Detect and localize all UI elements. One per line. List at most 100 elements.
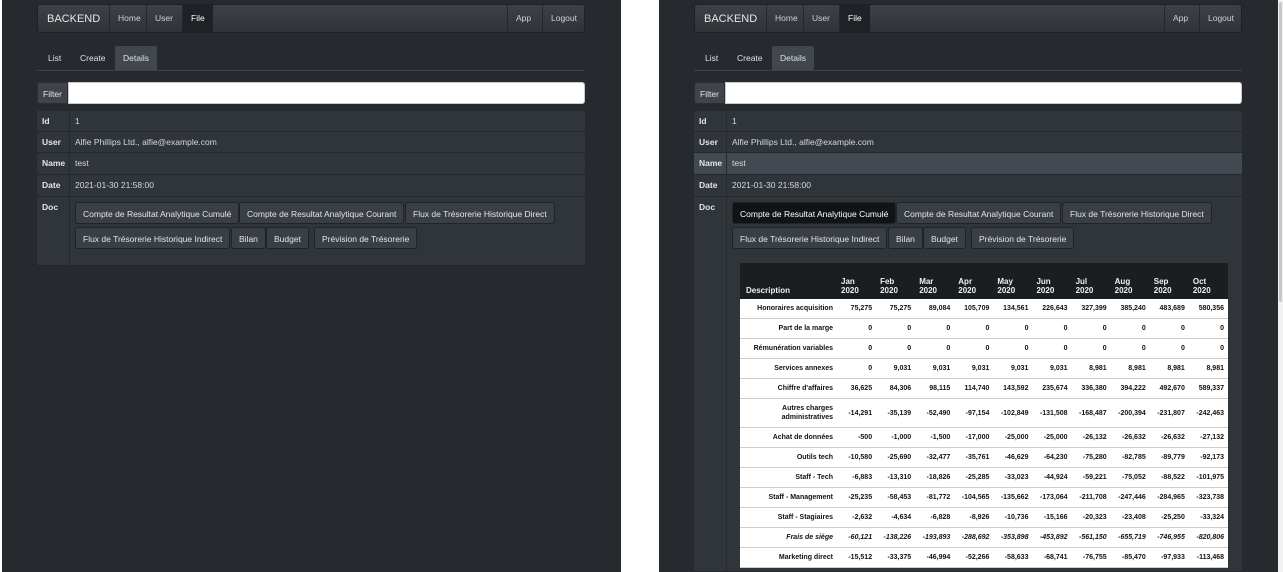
nav-home[interactable]: Home [109, 5, 149, 32]
doc-button-prevision[interactable]: Prévision de Trésorerie [971, 227, 1075, 249]
doc-button-bilan[interactable]: Bilan [888, 227, 923, 249]
table-cell: -25,000 [993, 427, 1033, 448]
table-cell: -76,755 [1071, 547, 1111, 568]
table-cell: -27,132 [1188, 427, 1228, 448]
table-cell: -561,150 [1071, 527, 1111, 548]
nav-user[interactable]: User [803, 5, 838, 32]
table-cell: -2,632 [837, 507, 877, 528]
table-cell: -1,000 [876, 427, 916, 448]
nav-file[interactable]: File [839, 5, 870, 32]
nav-logout[interactable]: Logout [1199, 5, 1242, 32]
table-cell: 0 [1032, 338, 1072, 359]
table-cell: 8,981 [1188, 358, 1228, 379]
scrollbar-thumb[interactable] [1279, 2, 1282, 302]
table-cell: -211,708 [1071, 487, 1111, 508]
month-name: Apr [958, 277, 973, 286]
brand-logo[interactable]: BACKEND [47, 13, 100, 25]
nav-logout[interactable]: Logout [542, 5, 585, 32]
doc-button-flux-direct[interactable]: Flux de Trésorerie Historique Direct [1062, 202, 1212, 224]
table-cell: -26,632 [1149, 427, 1189, 448]
month-year: 2020 [1153, 286, 1172, 295]
detail-row-name: Name test [37, 153, 585, 175]
table-cell: 0 [1071, 338, 1111, 359]
doc-button-cr-courant[interactable]: Compte de Resultat Analytique Courant [239, 202, 405, 224]
nav-app[interactable]: App [1164, 5, 1196, 32]
doc-button-flux-indirect[interactable]: Flux de Trésorerie Historique Indirect [732, 227, 888, 249]
top-navbar: BACKEND Home User File App Logout [694, 4, 1242, 33]
doc-button-cr-courant[interactable]: Compte de Resultat Analytique Courant [896, 202, 1062, 224]
table-cell: 0 [1188, 318, 1228, 339]
table-cell: -58,633 [993, 547, 1033, 568]
name-value: test [75, 158, 89, 168]
doc-button-budget[interactable]: Budget [923, 227, 966, 249]
nav-file[interactable]: File [182, 5, 213, 32]
table-cell: 483,689 [1149, 299, 1189, 319]
tab-list[interactable]: List [697, 46, 726, 70]
page-scrollbar[interactable] [1278, 0, 1283, 572]
column-header-month: Aug 2020 [1110, 263, 1150, 299]
table-cell: -60,121 [837, 527, 877, 548]
table-cell: -138,226 [876, 527, 916, 548]
doc-button-flux-indirect[interactable]: Flux de Trésorerie Historique Indirect [75, 227, 231, 249]
table-cell: 9,031 [993, 358, 1033, 379]
doc-button-cr-cumule[interactable]: Compte de Resultat Analytique Cumulé [732, 202, 897, 224]
month-year: 2020 [958, 286, 977, 295]
table-cell: -10,580 [837, 447, 877, 468]
report-table-container[interactable]: Description Jan 2020 Feb 2020 Mar 2020 Apr 2020 M… [740, 263, 1228, 572]
nav-home[interactable]: Home [766, 5, 806, 32]
table-cell: -23,408 [1110, 507, 1150, 528]
doc-label: Doc [42, 202, 59, 212]
tab-list[interactable]: List [40, 46, 69, 70]
table-cell: -288,692 [954, 527, 994, 548]
table-cell: 0 [837, 318, 877, 339]
doc-button-prevision[interactable]: Prévision de Trésorerie [314, 227, 418, 249]
table-cell: -75,280 [1071, 447, 1111, 468]
month-year: 2020 [1075, 286, 1094, 295]
row-label: Autres charges administratives [740, 398, 837, 428]
table-cell: 589,337 [1188, 378, 1228, 399]
table-cell: 0 [1032, 318, 1072, 339]
id-label: Id [42, 116, 50, 126]
table-cell: 9,031 [915, 358, 955, 379]
nav-user[interactable]: User [146, 5, 181, 32]
table-cell: 8,981 [1071, 358, 1111, 379]
detail-row-user: User Alfie Phillips Ltd., alfie@example.… [37, 132, 585, 153]
table-cell: -323,738 [1188, 487, 1228, 508]
row-label: Services annexes [740, 358, 837, 379]
table-cell: -33,324 [1188, 507, 1228, 528]
month-year: 2020 [1114, 286, 1133, 295]
filter-input[interactable] [68, 82, 585, 104]
tab-details[interactable]: Details [772, 46, 814, 70]
table-cell: -453,892 [1032, 527, 1072, 548]
table-cell: 0 [993, 338, 1033, 359]
table-cell: -4,634 [876, 507, 916, 528]
nav-app[interactable]: App [507, 5, 539, 32]
column-header-month: Apr 2020 [954, 263, 994, 299]
month-year: 2020 [841, 286, 859, 295]
month-name: May [997, 277, 1013, 286]
filter-input[interactable] [725, 82, 1242, 104]
table-cell: -33,375 [876, 547, 916, 568]
table-cell: -6,828 [915, 507, 955, 528]
table-cell: -13,310 [876, 467, 916, 488]
table-cell: 0 [1110, 338, 1150, 359]
table-cell: 105,709 [954, 299, 994, 319]
doc-button-flux-direct[interactable]: Flux de Trésorerie Historique Direct [405, 202, 555, 224]
row-label: Outils tech [740, 447, 837, 468]
tab-create[interactable]: Create [72, 46, 114, 70]
doc-button-bilan[interactable]: Bilan [231, 227, 266, 249]
tab-create[interactable]: Create [729, 46, 771, 70]
table-cell: -26,632 [1110, 427, 1150, 448]
table-cell: -52,490 [915, 398, 955, 428]
table-cell: 0 [915, 318, 955, 339]
table-cell: -746,955 [1149, 527, 1189, 548]
table-cell: -113,468 [1188, 547, 1228, 568]
doc-button-cr-cumule[interactable]: Compte de Resultat Analytique Cumulé [75, 202, 240, 224]
table-cell: -64,230 [1032, 447, 1072, 468]
brand-logo[interactable]: BACKEND [704, 13, 757, 25]
tab-details[interactable]: Details [115, 46, 157, 70]
table-cell: -25,235 [837, 487, 877, 508]
table-row: Achat de données -500 -1,000 -1,500 -17,000-… [740, 427, 1228, 448]
doc-button-budget[interactable]: Budget [266, 227, 309, 249]
table-row: Chiffre d'affaires 36,625 84,306 98,115 114,… [740, 378, 1228, 399]
